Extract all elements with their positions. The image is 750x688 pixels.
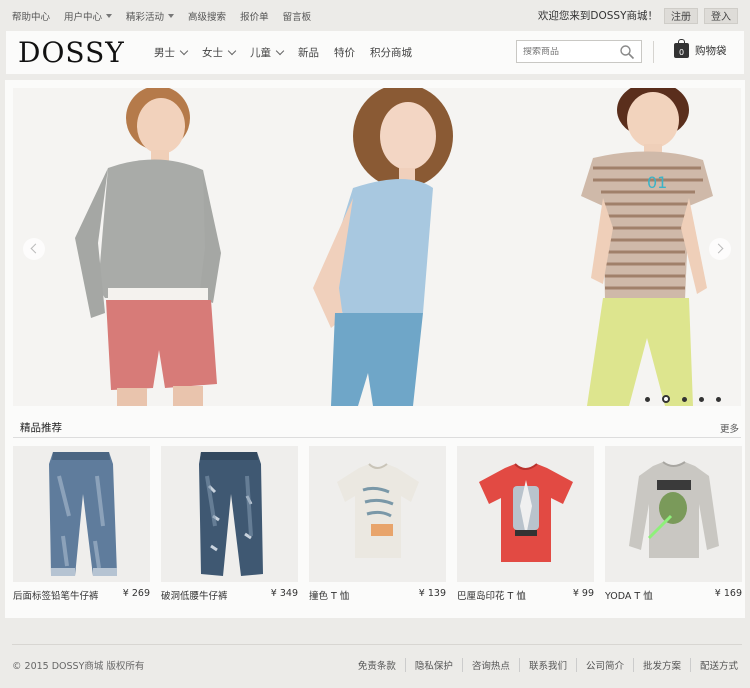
nav-points-mall[interactable]: 积分商城: [370, 45, 412, 60]
advanced-search-link[interactable]: 高级搜索: [188, 9, 226, 23]
nav-new[interactable]: 新品: [298, 45, 319, 60]
chevron-down-icon: [227, 46, 237, 55]
tshirt-icon: [337, 463, 419, 558]
more-link[interactable]: 更多: [720, 421, 741, 435]
product-info: 撞色 T 恤 ¥ 139: [309, 588, 446, 602]
product-name: YODA T 恤: [605, 591, 653, 602]
product-card[interactable]: 后面标签铅笔牛仔裤 ¥ 269: [13, 446, 150, 606]
footer-link-hotline[interactable]: 咨询热点: [461, 658, 519, 672]
model-boy-grey-shirt: [75, 88, 221, 406]
header: DOSSY 男士 女士 儿童 新品 特价 积分商城 0 购物袋: [6, 31, 744, 74]
product-name: 后面标签铅笔牛仔裤: [13, 591, 99, 602]
chevron-down-icon: [275, 46, 285, 55]
caret-down-icon: [168, 13, 175, 18]
nav-sale[interactable]: 特价: [334, 45, 355, 60]
featured-header: 精品推荐 更多: [13, 418, 741, 438]
carousel-dot-1[interactable]: [645, 396, 650, 402]
quotation-link[interactable]: 报价单: [240, 9, 269, 23]
product-card[interactable]: YODA T 恤 ¥ 169: [605, 446, 742, 606]
product-image: [13, 446, 150, 582]
product-grid: 后面标签铅笔牛仔裤 ¥ 269 破洞低腰牛仔裤 ¥ 349 撞色 T 恤 ¥ 1…: [13, 446, 742, 606]
search-icon[interactable]: [619, 44, 635, 60]
footer-link-contact[interactable]: 联系我们: [518, 658, 576, 672]
login-button[interactable]: 登入: [704, 7, 738, 24]
product-price: ¥ 99: [572, 588, 594, 599]
message-board-link[interactable]: 留言板: [283, 9, 312, 23]
product-price: ¥ 169: [714, 588, 742, 599]
top-right: 欢迎您来到DOSSY商城！ 注册 登入: [537, 7, 738, 24]
divider: [653, 41, 654, 63]
welcome-text: 欢迎您来到DOSSY商城！: [537, 10, 658, 22]
product-price: ¥ 139: [418, 588, 446, 599]
activities-link[interactable]: 精彩活动: [126, 9, 175, 23]
product-card[interactable]: 撞色 T 恤 ¥ 139: [309, 446, 446, 606]
footer-link-disclaimer[interactable]: 免责条款: [349, 658, 405, 672]
carousel-dot-5[interactable]: [716, 396, 721, 402]
register-button[interactable]: 注册: [664, 7, 698, 24]
product-info: 破洞低腰牛仔裤 ¥ 349: [161, 588, 298, 602]
product-name: 巴厘岛印花 T 恤: [457, 591, 526, 602]
search-input[interactable]: [517, 46, 617, 57]
longsleeve-icon: [629, 461, 719, 558]
cart-count: 0: [678, 48, 685, 57]
help-center-link[interactable]: 帮助中心: [12, 9, 50, 23]
carousel-indicators: [645, 395, 721, 403]
cart-label: 购物袋: [695, 45, 727, 57]
carousel-dot-3[interactable]: [682, 396, 687, 402]
product-info: 后面标签铅笔牛仔裤 ¥ 269: [13, 588, 150, 602]
footer-link-about[interactable]: 公司简介: [575, 658, 633, 672]
top-links: 帮助中心 用户中心 精彩活动 高级搜索 报价单 留言板: [12, 9, 311, 23]
footer: © 2015 DOSSY商城 版权所有 免责条款 隐私保护 咨询热点 联系我们 …: [0, 650, 750, 680]
product-card[interactable]: 巴厘岛印花 T 恤 ¥ 99: [457, 446, 594, 606]
carousel-dot-2[interactable]: [662, 395, 670, 403]
tshirt-icon: [479, 463, 573, 562]
carousel-dot-4[interactable]: [699, 396, 704, 402]
search-box: [516, 40, 642, 63]
product-image: [309, 446, 446, 582]
banner-image: 01: [75, 88, 713, 406]
user-center-link[interactable]: 用户中心: [64, 9, 113, 23]
product-price: ¥ 349: [270, 588, 298, 599]
product-name: 破洞低腰牛仔裤: [161, 591, 228, 602]
product-image: [457, 446, 594, 582]
product-price: ¥ 269: [122, 588, 150, 599]
top-bar: 帮助中心 用户中心 精彩活动 高级搜索 报价单 留言板 欢迎您来到DOSSY商城…: [0, 0, 750, 31]
copyright: © 2015 DOSSY商城 版权所有: [12, 661, 145, 672]
cart-button[interactable]: 0 购物袋: [674, 39, 727, 58]
jeans-icon: [199, 452, 263, 576]
svg-text:01: 01: [647, 173, 667, 192]
footer-link-wholesale[interactable]: 批发方案: [632, 658, 690, 672]
product-image: [605, 446, 742, 582]
shopping-bag-icon: 0: [674, 39, 689, 58]
jeans-icon: [49, 452, 117, 576]
prev-slide-button[interactable]: [23, 238, 45, 260]
footer-link-privacy[interactable]: 隐私保护: [404, 658, 462, 672]
nav-women[interactable]: 女士: [202, 45, 237, 60]
product-info: YODA T 恤 ¥ 169: [605, 588, 742, 602]
hero-banner[interactable]: 01: [13, 88, 741, 406]
nav-men[interactable]: 男士: [154, 45, 189, 60]
footer-divider: [12, 644, 742, 645]
model-boy-striped-shirt: 01: [581, 88, 713, 406]
nav-kids[interactable]: 儿童: [250, 45, 285, 60]
logo[interactable]: DOSSY: [18, 36, 150, 69]
chevron-down-icon: [179, 46, 189, 55]
caret-down-icon: [106, 13, 113, 18]
product-card[interactable]: 破洞低腰牛仔裤 ¥ 349: [161, 446, 298, 606]
featured-title: 精品推荐: [20, 422, 62, 434]
main-content: 01 精品推荐 更多 后面标签铅笔牛仔裤 ¥ 269 破洞低腰牛仔裤 ¥ 349…: [5, 80, 745, 618]
next-slide-button[interactable]: [709, 238, 731, 260]
model-girl-blue-shirt: [313, 88, 453, 406]
product-image: [161, 446, 298, 582]
product-name: 撞色 T 恤: [309, 591, 350, 602]
product-info: 巴厘岛印花 T 恤 ¥ 99: [457, 588, 594, 602]
main-nav: 男士 女士 儿童 新品 特价 积分商城: [154, 45, 412, 60]
footer-links: 免责条款 隐私保护 咨询热点 联系我们 公司简介 批发方案 配送方式: [349, 658, 738, 672]
footer-link-shipping[interactable]: 配送方式: [689, 658, 738, 672]
